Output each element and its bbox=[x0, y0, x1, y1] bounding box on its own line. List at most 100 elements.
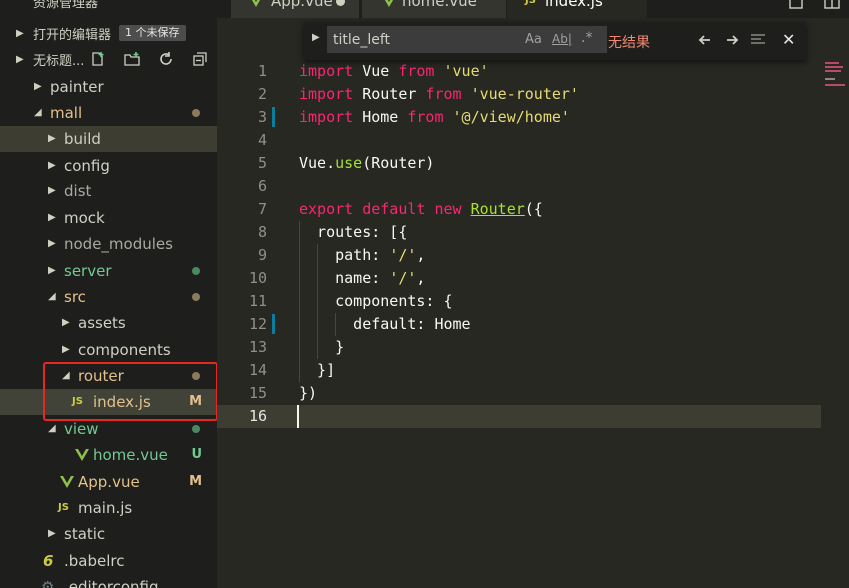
tree-folder-config[interactable]: ▶ config bbox=[0, 153, 217, 179]
find-in-selection-icon[interactable] bbox=[750, 33, 766, 47]
line-number: 5 bbox=[257, 154, 267, 172]
split-editor-icon[interactable] bbox=[824, 0, 840, 10]
tab-label: index.js bbox=[545, 0, 603, 10]
match-case-icon[interactable]: Aa bbox=[525, 32, 542, 47]
line-number: 1 bbox=[257, 62, 267, 80]
previous-match-arrow-icon[interactable] bbox=[698, 33, 712, 47]
indent-guide bbox=[299, 221, 300, 382]
gear-icon: ⚙ bbox=[41, 578, 55, 588]
explorer-sidebar: 资源管理器 ▶ 打开的编辑器 1 个未保存 ▶ 无标题... ▶ painter bbox=[0, 0, 217, 588]
tree-item-label: build bbox=[64, 130, 101, 148]
tree-item-label: src bbox=[64, 288, 86, 306]
line-number: 14 bbox=[248, 361, 267, 379]
tab-index-js[interactable]: JS index.js bbox=[507, 0, 647, 18]
code-line: 5 Vue.use(Router) bbox=[217, 152, 849, 175]
tree-folder-src[interactable]: ◢ src bbox=[0, 284, 217, 310]
collapse-all-icon[interactable] bbox=[192, 51, 208, 67]
tab-app-vue[interactable]: App.vue bbox=[231, 0, 359, 18]
workspace-section[interactable]: ▶ 无标题... bbox=[0, 46, 217, 72]
code-line: 2 import Router from 'vue-router' bbox=[217, 83, 849, 106]
open-changes-icon[interactable] bbox=[788, 0, 804, 10]
tree-item-label: assets bbox=[78, 314, 126, 332]
vue-file-icon bbox=[60, 476, 74, 488]
text-cursor bbox=[297, 405, 299, 428]
tree-folder-assets[interactable]: ▶ assets bbox=[0, 310, 217, 336]
line-number: 6 bbox=[257, 177, 267, 195]
tree-item-label: config bbox=[64, 157, 110, 175]
tree-folder-static[interactable]: ▶ static bbox=[0, 521, 217, 547]
chevron-right-icon: ▶ bbox=[48, 160, 56, 171]
line-number: 11 bbox=[248, 292, 267, 310]
line-number: 10 bbox=[248, 269, 267, 287]
indent-guide bbox=[317, 244, 318, 359]
tree-file-editorconfig[interactable]: ⚙ .editorconfig bbox=[0, 574, 217, 588]
tree-folder-dist[interactable]: ▶ dist bbox=[0, 178, 217, 204]
tree-file-app-vue[interactable]: App.vue M bbox=[0, 469, 217, 495]
modified-dot bbox=[192, 109, 200, 117]
minimap[interactable] bbox=[821, 60, 849, 90]
tree-folder-build[interactable]: ▶ build bbox=[0, 126, 217, 152]
tree-folder-server[interactable]: ▶ server bbox=[0, 258, 217, 284]
new-folder-icon[interactable] bbox=[124, 51, 140, 67]
unsaved-dot[interactable] bbox=[336, 0, 345, 6]
next-match-arrow-icon[interactable] bbox=[725, 33, 739, 47]
git-status-badge: M bbox=[189, 474, 202, 489]
toggle-replace-chevron-icon[interactable]: ▶ bbox=[312, 32, 320, 43]
workspace-label: 无标题... bbox=[33, 53, 85, 69]
code-line: 9 path: '/', bbox=[217, 244, 849, 267]
git-modified-marker bbox=[272, 314, 275, 334]
code-editor[interactable]: 1 import Vue from 'vue' 2 import Router … bbox=[217, 60, 849, 588]
code-line: 6 bbox=[217, 175, 849, 198]
find-widget: ▶ Aa Ab| .* 无结果 ✕ bbox=[304, 22, 806, 60]
highlight-annotation-box bbox=[43, 362, 217, 421]
tree-item-label: node_modules bbox=[64, 235, 173, 253]
vue-file-icon bbox=[251, 0, 261, 7]
tree-file-main-js[interactable]: JS main.js bbox=[0, 495, 217, 521]
line-number: 4 bbox=[257, 131, 267, 149]
tree-item-label: server bbox=[64, 262, 112, 280]
explorer-title: 资源管理器 bbox=[33, 0, 99, 11]
js-file-icon: JS bbox=[525, 0, 536, 6]
indent-guide bbox=[335, 313, 336, 336]
chevron-right-icon: ▶ bbox=[48, 265, 56, 276]
line-number: 3 bbox=[257, 108, 267, 126]
git-status-badge: U bbox=[191, 447, 202, 462]
chevron-right-icon: ▶ bbox=[48, 212, 56, 223]
line-number: 12 bbox=[248, 315, 267, 333]
tree-item-label: dist bbox=[64, 182, 92, 200]
chevron-right-icon: ▶ bbox=[62, 317, 70, 328]
chevron-right-icon: ▶ bbox=[48, 133, 56, 144]
git-modified-marker bbox=[272, 107, 275, 127]
match-whole-word-icon[interactable]: Ab| bbox=[552, 32, 572, 46]
tree-item-label: mock bbox=[64, 209, 105, 227]
line-number: 8 bbox=[257, 223, 267, 241]
tree-folder-components[interactable]: ▶ components bbox=[0, 337, 217, 363]
regex-icon[interactable]: .* bbox=[581, 30, 592, 46]
tree-file-home-vue[interactable]: home.vue U bbox=[0, 442, 217, 468]
tree-folder-mock[interactable]: ▶ mock bbox=[0, 205, 217, 231]
tree-file-babelrc[interactable]: 6 .babelrc bbox=[0, 548, 217, 574]
untracked-dot bbox=[192, 425, 200, 433]
code-line: 14 }] bbox=[217, 359, 849, 382]
open-editors-label: 打开的编辑器 bbox=[33, 27, 112, 43]
refresh-icon[interactable] bbox=[158, 51, 174, 67]
tree-item-label: components bbox=[78, 341, 171, 359]
js-file-icon: JS bbox=[58, 502, 69, 513]
new-file-icon[interactable] bbox=[90, 51, 106, 67]
tab-label: App.vue bbox=[271, 0, 333, 10]
tree-item-label: main.js bbox=[78, 499, 133, 517]
chevron-down-icon: ◢ bbox=[34, 107, 42, 118]
tree-folder-node-modules[interactable]: ▶ node_modules bbox=[0, 231, 217, 257]
tree-item-label: .editorconfig bbox=[64, 578, 159, 588]
line-number: 13 bbox=[248, 338, 267, 356]
code-line: 8 routes: [{ bbox=[217, 221, 849, 244]
open-editors-section[interactable]: ▶ 打开的编辑器 1 个未保存 bbox=[0, 20, 217, 46]
untracked-dot bbox=[192, 267, 200, 275]
tree-folder-painter[interactable]: ▶ painter bbox=[0, 74, 217, 100]
tree-folder-mall[interactable]: ◢ mall bbox=[0, 100, 217, 126]
tab-home-vue[interactable]: home.vue bbox=[362, 0, 506, 18]
close-icon[interactable]: ✕ bbox=[782, 30, 795, 49]
chevron-right-icon: ▶ bbox=[16, 53, 24, 65]
unsaved-badge: 1 个未保存 bbox=[119, 25, 186, 41]
line-number: 9 bbox=[257, 246, 267, 264]
